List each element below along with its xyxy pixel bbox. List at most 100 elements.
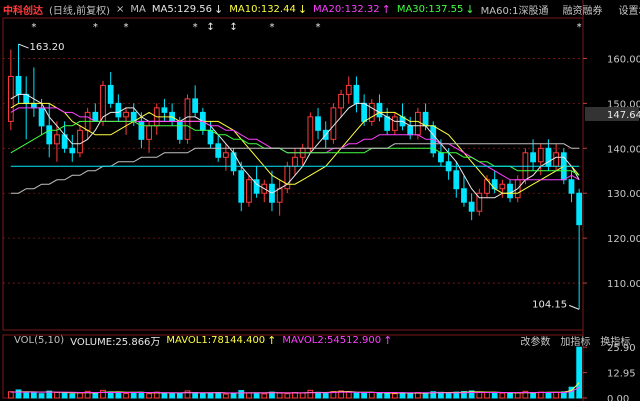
volume-bar bbox=[307, 389, 314, 399]
close-icon[interactable]: × bbox=[116, 4, 124, 15]
volume-value: VOLUME:25.866万 bbox=[70, 336, 161, 348]
current-price-label: 147.64 bbox=[607, 110, 640, 121]
event-marker: * bbox=[31, 22, 36, 33]
event-marker: * bbox=[124, 22, 129, 33]
volume-bar bbox=[376, 392, 383, 399]
volume-bar bbox=[276, 392, 283, 399]
volume-bar bbox=[361, 392, 368, 399]
volume-bar bbox=[176, 392, 183, 399]
ma10-arrow-icon: ↓ bbox=[297, 2, 308, 16]
event-marker: * bbox=[316, 22, 321, 33]
volume-bar bbox=[476, 391, 483, 399]
ma-settings-button[interactable]: 设置均线 bbox=[619, 2, 640, 17]
candle-body bbox=[507, 183, 513, 199]
event-marker: ↕ bbox=[229, 22, 237, 33]
volume-bar bbox=[246, 392, 252, 399]
candle-body bbox=[292, 156, 298, 167]
min-price-label: 104.15 bbox=[532, 299, 567, 310]
candle-body bbox=[545, 147, 552, 167]
period-label: (日线,前复权) bbox=[49, 5, 110, 17]
candle-body bbox=[384, 116, 391, 131]
candle-body bbox=[107, 84, 114, 104]
candle-body bbox=[468, 201, 475, 212]
margin-trading-button[interactable]: 融资融券 bbox=[563, 2, 603, 17]
volume-bar bbox=[230, 392, 237, 399]
candle-body bbox=[361, 102, 368, 122]
candle-body bbox=[192, 98, 199, 113]
candle-body bbox=[161, 107, 168, 113]
stock-name[interactable]: 中科创达 bbox=[3, 2, 43, 17]
volume-bar bbox=[138, 391, 145, 399]
candle-body bbox=[345, 84, 352, 95]
volume-header: VOL(5,10) VOLUME:25.866万 MAVOL1:78144.40… bbox=[0, 333, 640, 348]
price-tick-label: 120.00 bbox=[607, 234, 640, 245]
volume-bar bbox=[207, 392, 214, 399]
candle-body bbox=[246, 179, 252, 203]
candle-body bbox=[553, 152, 560, 167]
candle-body bbox=[422, 111, 429, 127]
ma-label: MA bbox=[130, 3, 146, 15]
volume-bar bbox=[399, 392, 406, 399]
volume-bar bbox=[368, 391, 375, 399]
candle-body bbox=[438, 152, 444, 163]
volume-bar bbox=[146, 393, 152, 399]
candle-body bbox=[368, 102, 375, 122]
volume-bar bbox=[77, 392, 83, 399]
candle-body bbox=[69, 147, 76, 154]
candle-body bbox=[391, 116, 398, 131]
volume-bar bbox=[23, 391, 30, 399]
candle-body bbox=[414, 111, 421, 136]
candle-body bbox=[315, 116, 321, 131]
candle-body bbox=[54, 134, 60, 145]
volume-bar bbox=[284, 393, 291, 399]
vol-label: VOL(5,10) bbox=[14, 334, 65, 346]
price-tick-label: 110.00 bbox=[607, 279, 640, 290]
volume-bar bbox=[69, 393, 76, 399]
max-pointer bbox=[18, 43, 29, 49]
volume-bar bbox=[261, 393, 268, 399]
volume-bar bbox=[499, 392, 506, 399]
candle-body bbox=[207, 129, 214, 145]
candle-body bbox=[184, 98, 191, 140]
price-tick-label: 160.00 bbox=[607, 54, 640, 65]
volume-bar bbox=[192, 392, 199, 399]
candle-body bbox=[46, 125, 53, 145]
candle-body bbox=[307, 116, 314, 149]
max-price-label: 163.20 bbox=[30, 42, 65, 53]
candle-body bbox=[568, 179, 575, 194]
candle-body bbox=[376, 102, 383, 118]
volume-bar bbox=[15, 389, 22, 399]
ma5-value: MA5:129.56 bbox=[151, 3, 213, 15]
event-marker: * bbox=[193, 22, 198, 33]
volume-bar bbox=[115, 392, 122, 399]
volume-bar bbox=[61, 392, 68, 399]
mavol2-arrow-icon: ↑ bbox=[383, 333, 393, 347]
volume-bar bbox=[391, 393, 398, 399]
edit-params-button[interactable]: 改参数 bbox=[520, 333, 550, 348]
candle-body bbox=[453, 170, 460, 190]
candle-body bbox=[353, 84, 360, 104]
price-tick-label: 130.00 bbox=[607, 189, 640, 200]
ma5-arrow-icon: ↓ bbox=[214, 2, 224, 16]
candle-body bbox=[338, 93, 344, 109]
volume-bar bbox=[507, 392, 513, 399]
ma10-value: MA10:132.44 bbox=[229, 3, 296, 15]
volume-bar bbox=[384, 392, 391, 399]
volume-bar bbox=[54, 392, 60, 399]
volume-bar bbox=[484, 392, 490, 399]
candle-body bbox=[115, 102, 122, 118]
candle-body bbox=[146, 125, 152, 140]
volume-bar bbox=[130, 392, 137, 399]
candle-body bbox=[461, 188, 467, 203]
volume-tick-label: 12.95 bbox=[607, 369, 636, 380]
chart-header: 中科创达 (日线,前复权) × MA MA5:129.56 ↓ MA10:132… bbox=[0, 0, 640, 18]
switch-indicator-button[interactable]: 换指标 bbox=[600, 333, 630, 348]
add-indicator-button[interactable]: 加指标 bbox=[560, 333, 590, 348]
candle-body bbox=[576, 192, 583, 226]
mavol2-value: MAVOL2:54512.900 bbox=[282, 334, 382, 346]
event-marker: * bbox=[269, 22, 274, 33]
candle-body bbox=[407, 125, 414, 136]
candle-body bbox=[15, 75, 22, 95]
ma60-value: MA60:1深股通 bbox=[480, 5, 549, 17]
event-marker: * bbox=[93, 22, 98, 33]
